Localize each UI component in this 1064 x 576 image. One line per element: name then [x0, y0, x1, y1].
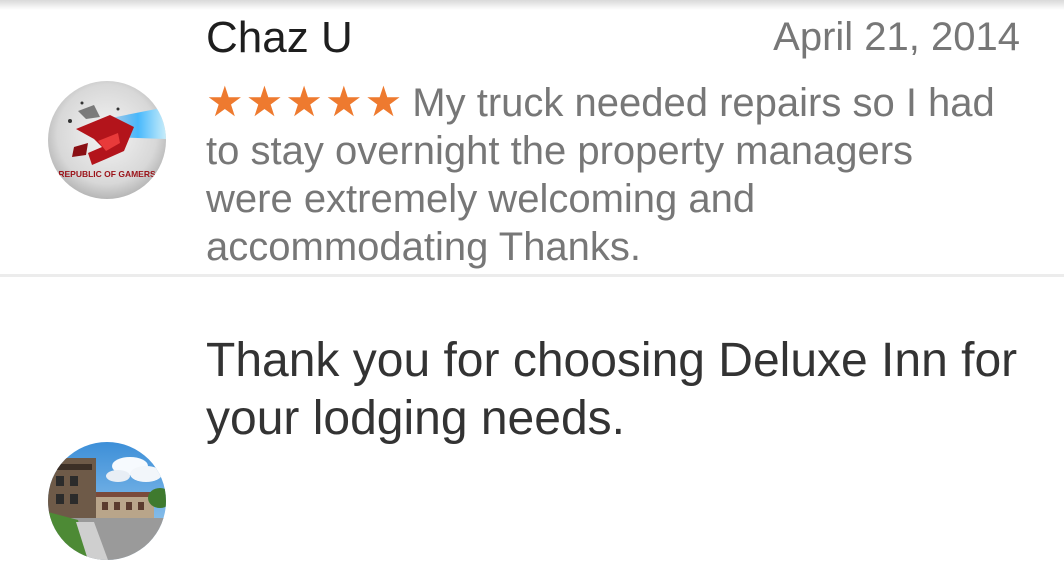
review-divider	[0, 274, 1064, 277]
review-body: ★★★★★ My truck needed repairs so I had to…	[206, 78, 996, 271]
republic-of-gamers-logo-icon: REPUBLIC OF GAMERS	[48, 81, 166, 199]
avatar-logo-text: REPUBLIC OF GAMERS	[58, 169, 156, 179]
hotel-building-photo-icon	[48, 442, 166, 560]
owner-reply-text: Thank you for choosing Deluxe Inn for yo…	[206, 334, 1018, 445]
review-date: April 21, 2014	[773, 15, 1020, 59]
star-rating: ★★★★★	[206, 78, 405, 125]
reviewer-avatar[interactable]: REPUBLIC OF GAMERS	[48, 81, 166, 199]
owner-avatar[interactable]	[48, 442, 166, 560]
reviewer-name[interactable]: Chaz U	[206, 12, 353, 64]
top-edge-shadow	[0, 0, 1064, 10]
